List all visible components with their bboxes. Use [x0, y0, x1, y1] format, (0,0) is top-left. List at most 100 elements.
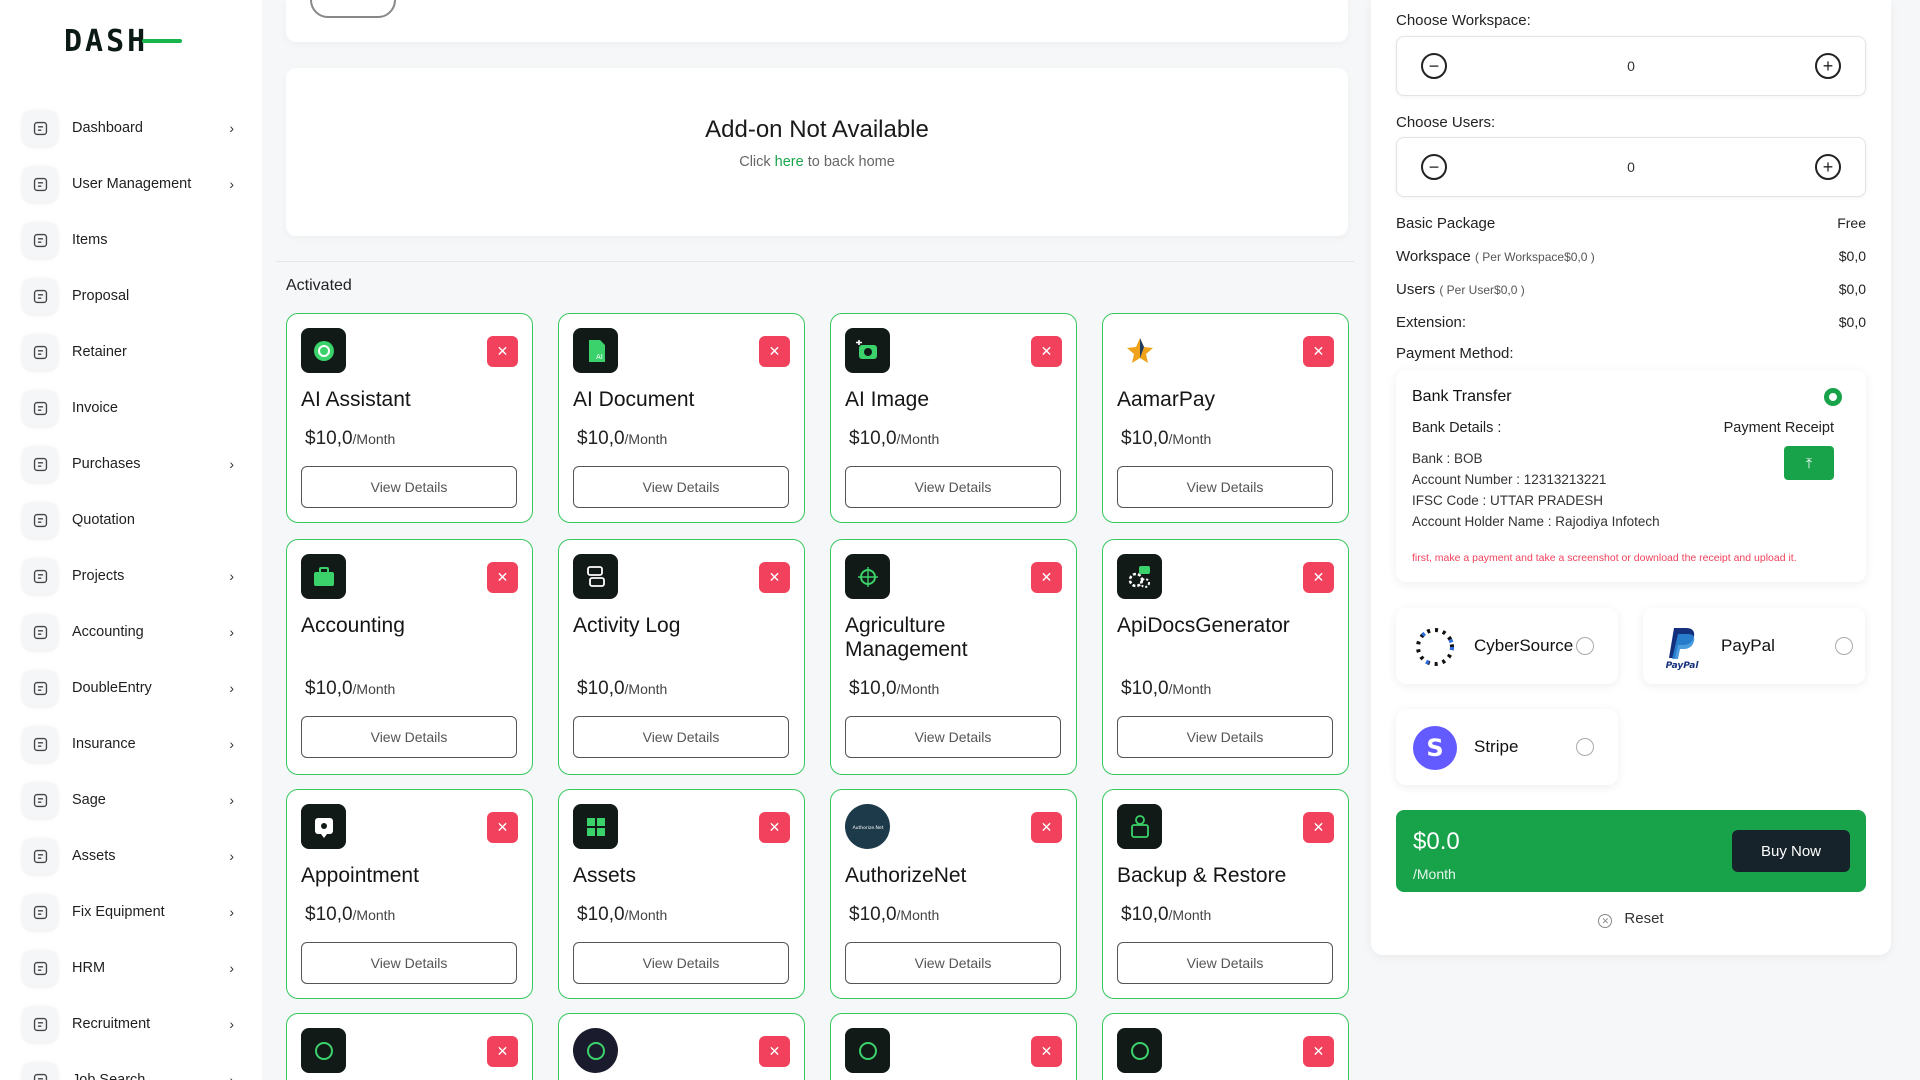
addon-icon [573, 1028, 618, 1073]
sidebar-item-job-search[interactable]: Job Search › [22, 1052, 242, 1080]
paypal-radio[interactable] [1835, 637, 1853, 655]
sidebar-item-proposal[interactable]: Proposal [22, 268, 242, 324]
backup-restore-icon [1117, 804, 1162, 849]
sidebar-item-purchases[interactable]: Purchases › [22, 436, 242, 492]
view-details-button[interactable]: View Details [1117, 942, 1333, 984]
stripe-radio[interactable] [1576, 738, 1594, 756]
sidebar-item-sage[interactable]: Sage › [22, 772, 242, 828]
view-details-button[interactable]: View Details [845, 716, 1061, 758]
addon-price-amount: $10,0 [577, 678, 625, 699]
ai-image-icon [845, 328, 890, 373]
addon-price: $10,0/Month [305, 428, 395, 450]
view-details-button[interactable]: View Details [573, 466, 789, 508]
addon-name: AI Image [845, 388, 930, 411]
remove-addon-button[interactable]: ✕ [1031, 1036, 1062, 1067]
view-details-button[interactable]: View Details [1117, 466, 1333, 508]
bank-warning: first, make a payment and take a screens… [1412, 552, 1797, 564]
logo-text: DASH [64, 23, 149, 59]
view-details-button[interactable]: View Details [845, 942, 1061, 984]
addon-price-period: /Month [352, 431, 396, 447]
projects-icon [22, 558, 58, 594]
view-details-button[interactable]: View Details [1117, 716, 1333, 758]
view-details-button[interactable]: View Details [573, 716, 789, 758]
addon-price: $10,0/Month [305, 904, 395, 926]
cybersource-radio[interactable] [1576, 637, 1594, 655]
sidebar-item-doubleentry[interactable]: DoubleEntry › [22, 660, 242, 716]
top-card-button[interactable] [310, 0, 396, 18]
remove-addon-button[interactable]: ✕ [1303, 1036, 1334, 1067]
sidebar-item-invoice[interactable]: Invoice [22, 380, 242, 436]
addon-card: ✕ Assets $10,0/Month View Details [558, 789, 805, 999]
sidebar-item-label: Purchases [72, 456, 141, 472]
sidebar-item-insurance[interactable]: Insurance › [22, 716, 242, 772]
sidebar-item-recruitment[interactable]: Recruitment › [22, 996, 242, 1052]
sidebar-item-accounting[interactable]: Accounting › [22, 604, 242, 660]
svg-text:AI: AI [596, 353, 603, 361]
sidebar-item-dashboard[interactable]: Dashboard › [22, 100, 242, 156]
upload-receipt-button[interactable]: ⤒ [1784, 446, 1834, 480]
total-summary: $0.0 /Month Buy Now [1396, 810, 1866, 892]
sidebar-item-items[interactable]: Items [22, 212, 242, 268]
basic-package-label: Basic Package [1396, 215, 1496, 232]
payment-method-label: Payment Method: [1396, 345, 1514, 362]
view-details-button[interactable]: View Details [845, 466, 1061, 508]
accounting-addon-icon [301, 554, 346, 599]
addon-price-period: /Month [624, 681, 668, 697]
logo[interactable]: DASH [64, 23, 183, 59]
bank-details: Bank : BOB Account Number : 12313213221 IF… [1412, 448, 1660, 532]
view-details-button[interactable]: View Details [573, 942, 789, 984]
view-details-button[interactable]: View Details [301, 716, 517, 758]
chevron-right-icon: › [229, 568, 234, 584]
workspace-row-note: ( Per Workspace$0,0 ) [1474, 250, 1595, 264]
sidebar-item-quotation[interactable]: Quotation [22, 492, 242, 548]
remove-addon-button[interactable]: ✕ [759, 1036, 790, 1067]
remove-addon-button[interactable]: ✕ [487, 1036, 518, 1067]
workspace-value[interactable]: 0 [1397, 58, 1865, 74]
sidebar-item-fix-equipment[interactable]: Fix Equipment › [22, 884, 242, 940]
remove-addon-button[interactable]: ✕ [759, 336, 790, 367]
gateway-cybersource[interactable]: CyberSource [1396, 608, 1618, 684]
sidebar-item-hrm[interactable]: HRM › [22, 940, 242, 996]
sidebar-item-assets[interactable]: Assets › [22, 828, 242, 884]
view-details-button[interactable]: View Details [301, 466, 517, 508]
view-details-button[interactable]: View Details [301, 942, 517, 984]
sidebar-item-user-management[interactable]: User Management › [22, 156, 242, 212]
addon-price-period: /Month [1168, 681, 1212, 697]
proposal-icon [22, 278, 58, 314]
paypal-icon: PayPal [1659, 624, 1705, 670]
stripe-icon: S [1412, 725, 1458, 771]
workspace-plus-button[interactable]: + [1815, 53, 1841, 79]
sidebar-item-retainer[interactable]: Retainer [22, 324, 242, 380]
bank-transfer-radio[interactable] [1824, 388, 1842, 406]
reset-button[interactable]: ✕ Reset [1371, 910, 1891, 928]
divider [276, 261, 1354, 262]
remove-addon-button[interactable]: ✕ [487, 562, 518, 593]
addon-price: $10,0/Month [849, 678, 939, 700]
bank-transfer-card[interactable]: Bank Transfer Bank Details : Payment Rec… [1396, 370, 1866, 582]
buy-now-button[interactable]: Buy Now [1732, 830, 1850, 872]
close-icon: ✕ [1312, 819, 1325, 835]
bank-details-label: Bank Details : [1412, 420, 1502, 436]
remove-addon-button[interactable]: ✕ [487, 336, 518, 367]
remove-addon-button[interactable]: ✕ [759, 812, 790, 843]
remove-addon-button[interactable]: ✕ [1031, 562, 1062, 593]
back-home-link[interactable]: here [775, 154, 804, 170]
remove-addon-button[interactable]: ✕ [759, 562, 790, 593]
chevron-right-icon: › [229, 1072, 234, 1080]
remove-addon-button[interactable]: ✕ [1303, 562, 1334, 593]
remove-addon-button[interactable]: ✕ [487, 812, 518, 843]
addon-card: AI ✕ AI Document $10,0/Month View Details [558, 313, 805, 523]
gateway-paypal[interactable]: PayPal PayPal [1643, 608, 1865, 684]
gateway-stripe[interactable]: S Stripe [1396, 709, 1618, 785]
total-amount: $0.0 [1413, 828, 1460, 855]
addon-name: Assets [573, 864, 637, 887]
remove-addon-button[interactable]: ✕ [1031, 812, 1062, 843]
home-icon [22, 110, 58, 146]
addon-price-period: /Month [624, 907, 668, 923]
remove-addon-button[interactable]: ✕ [1303, 336, 1334, 367]
remove-addon-button[interactable]: ✕ [1031, 336, 1062, 367]
remove-addon-button[interactable]: ✕ [1303, 812, 1334, 843]
users-plus-button[interactable]: + [1815, 154, 1841, 180]
users-value[interactable]: 0 [1397, 159, 1865, 175]
sidebar-item-projects[interactable]: Projects › [22, 548, 242, 604]
